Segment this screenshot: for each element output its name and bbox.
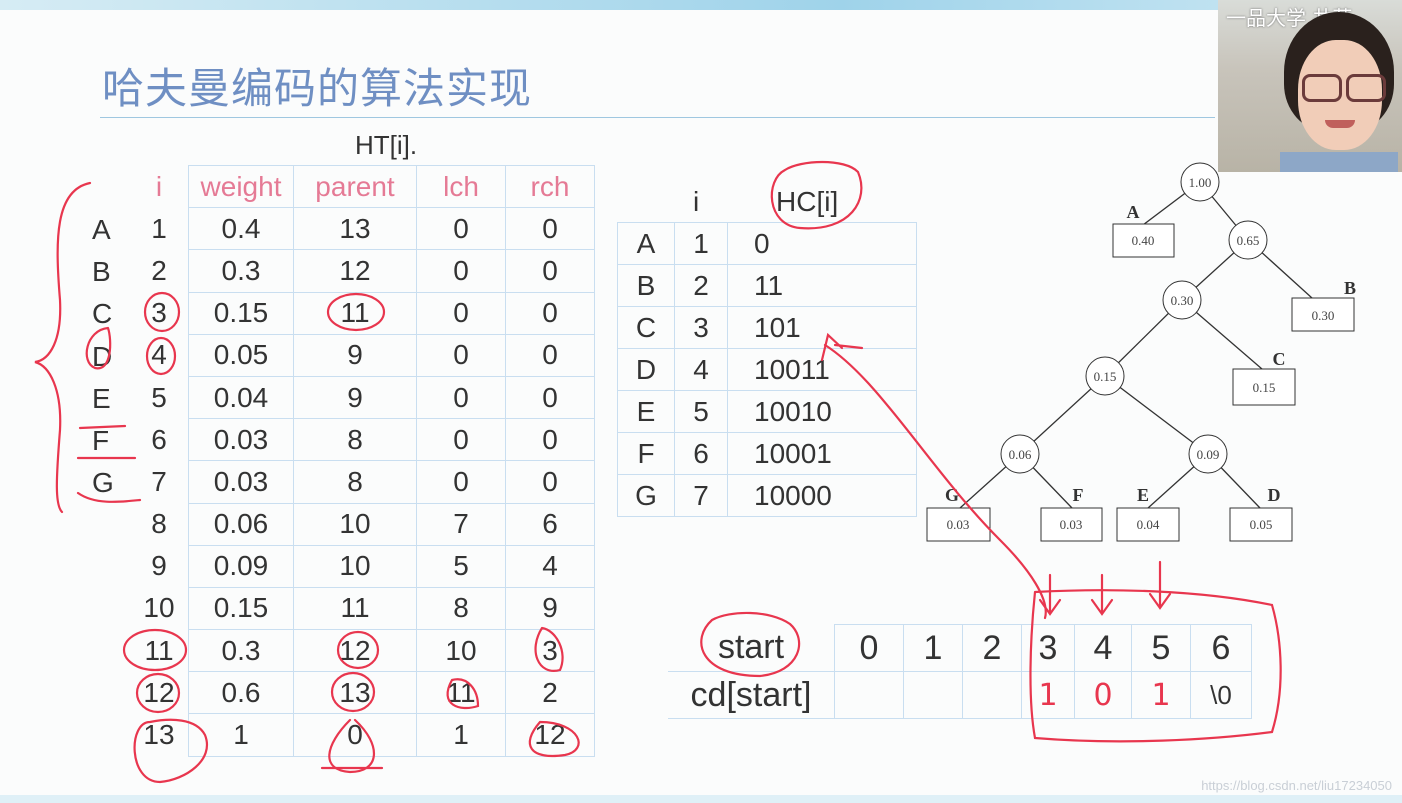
ink-circle: [326, 292, 386, 332]
ink-circle: [122, 628, 188, 672]
ink-arrow: [1148, 560, 1172, 610]
ink-circle: [133, 718, 208, 784]
ink-circle: [85, 326, 112, 370]
ink-box: [1029, 589, 1282, 743]
ink-stroke: [78, 424, 127, 430]
presenter-avatar: [1280, 12, 1398, 172]
ink-circle: [330, 671, 376, 713]
ink-circle: [446, 678, 480, 710]
ink-circle: [336, 630, 380, 670]
ink-arrow: [1038, 573, 1062, 616]
ink-circle: [534, 626, 564, 672]
webcam-overlay: 一品大学 井草: [1218, 0, 1402, 172]
ink-stroke: [833, 343, 864, 350]
brace-ink: [34, 181, 92, 514]
ink-circle: [145, 336, 177, 376]
ink-circle: [770, 160, 863, 230]
ink-arrow: [823, 343, 1047, 620]
bottom-accent-bar: [0, 795, 1402, 803]
watermark: https://blog.csdn.net/liu17234050: [1201, 778, 1392, 793]
ink-arrow: [1090, 573, 1114, 616]
ink-circle: [143, 291, 181, 333]
ink-circle: [135, 672, 181, 714]
ink-stroke: [76, 491, 142, 503]
ink-circle: [328, 718, 375, 774]
ink-circle: [528, 720, 580, 758]
ink-annotations: [34, 160, 1282, 784]
ink-circle: [700, 611, 801, 678]
